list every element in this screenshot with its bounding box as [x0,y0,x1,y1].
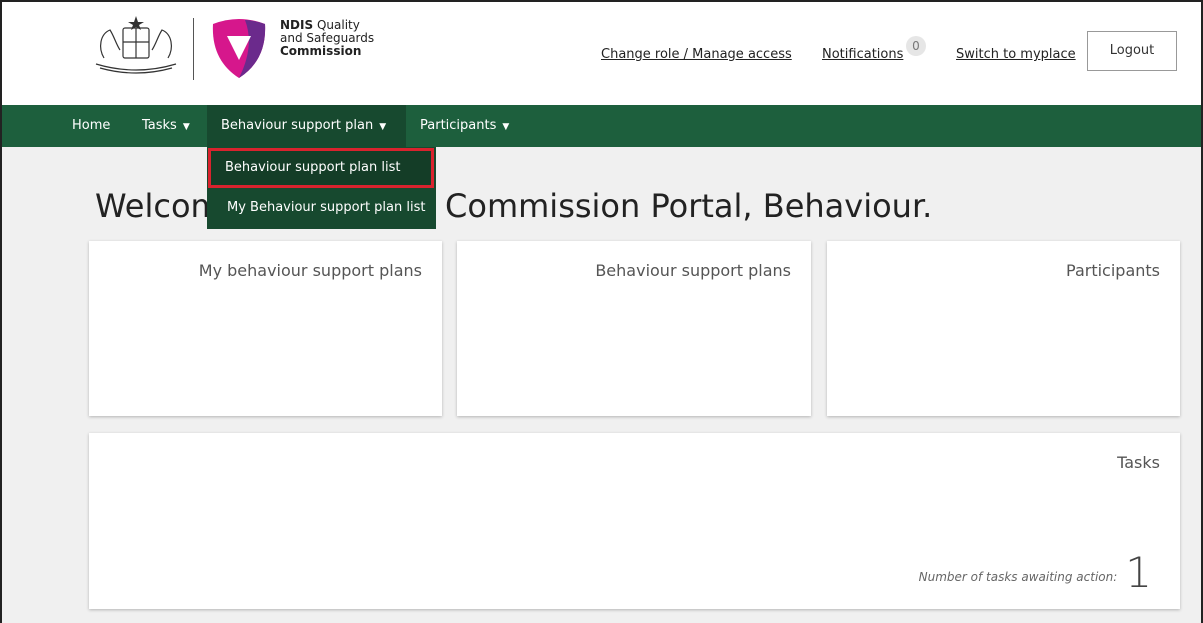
card-title: Behaviour support plans [595,261,791,280]
nav-home-label: Home [72,118,111,133]
nav-participants[interactable]: Participants ▼ [420,105,509,147]
tasks-awaiting-label: Number of tasks awaiting action: [918,570,1118,584]
app-frame: NDIS Quality and Safeguards Commission C… [0,0,1203,623]
coat-of-arms-icon [95,16,177,74]
menu-item-bsp-list[interactable]: Behaviour support plan list [208,148,434,188]
tasks-count: 1 [1125,548,1152,597]
notifications-badge: 0 [906,36,926,56]
nav-participants-label: Participants [420,118,497,133]
tasks-awaiting: Number of tasks awaiting action: 1 [919,548,1152,597]
main-navbar: Home Tasks ▼ Behaviour support plan ▼ Part… [2,105,1201,147]
ndis-logo-text: NDIS Quality and Safeguards Commission [280,19,374,58]
nav-tasks[interactable]: Tasks ▼ [142,105,190,147]
logo-text-commission: Commission [280,44,362,58]
switch-to-myplace-link[interactable]: Switch to myplace [956,47,1076,62]
highlight-box: Behaviour support plan list [208,148,434,188]
card-behaviour-support-plans[interactable]: Behaviour support plans [457,241,811,416]
nav-bsp-label: Behaviour support plan [221,118,374,133]
notifications-link[interactable]: Notifications [822,47,903,62]
card-title: My behaviour support plans [198,261,422,280]
card-my-behaviour-support-plans[interactable]: My behaviour support plans [89,241,442,416]
nav-home[interactable]: Home [72,105,110,147]
caret-down-icon: ▼ [379,122,387,132]
card-participants[interactable]: Participants [827,241,1180,416]
nav-behaviour-support-plan[interactable]: Behaviour support plan ▼ [207,105,406,147]
change-role-link[interactable]: Change role / Manage access [601,47,792,62]
logo-text-ndis: NDIS [280,18,314,32]
main-content: Welcome to the NDIS Commission Portal, B… [2,147,1201,623]
ndis-shield-logo [212,19,266,78]
caret-down-icon: ▼ [182,122,190,132]
caret-down-icon: ▼ [502,122,510,132]
logout-button[interactable]: Logout [1087,31,1177,71]
card-tasks[interactable]: Tasks Number of tasks awaiting action: 1 [89,433,1180,609]
card-title: Tasks [1117,453,1160,472]
card-title: Participants [1066,261,1160,280]
site-header: NDIS Quality and Safeguards Commission C… [2,2,1201,104]
logo-text-quality: Quality [316,18,360,32]
menu-item-my-bsp-list[interactable]: My Behaviour support plan list [207,189,436,227]
logo-divider [193,18,194,80]
nav-tasks-label: Tasks [142,118,177,133]
